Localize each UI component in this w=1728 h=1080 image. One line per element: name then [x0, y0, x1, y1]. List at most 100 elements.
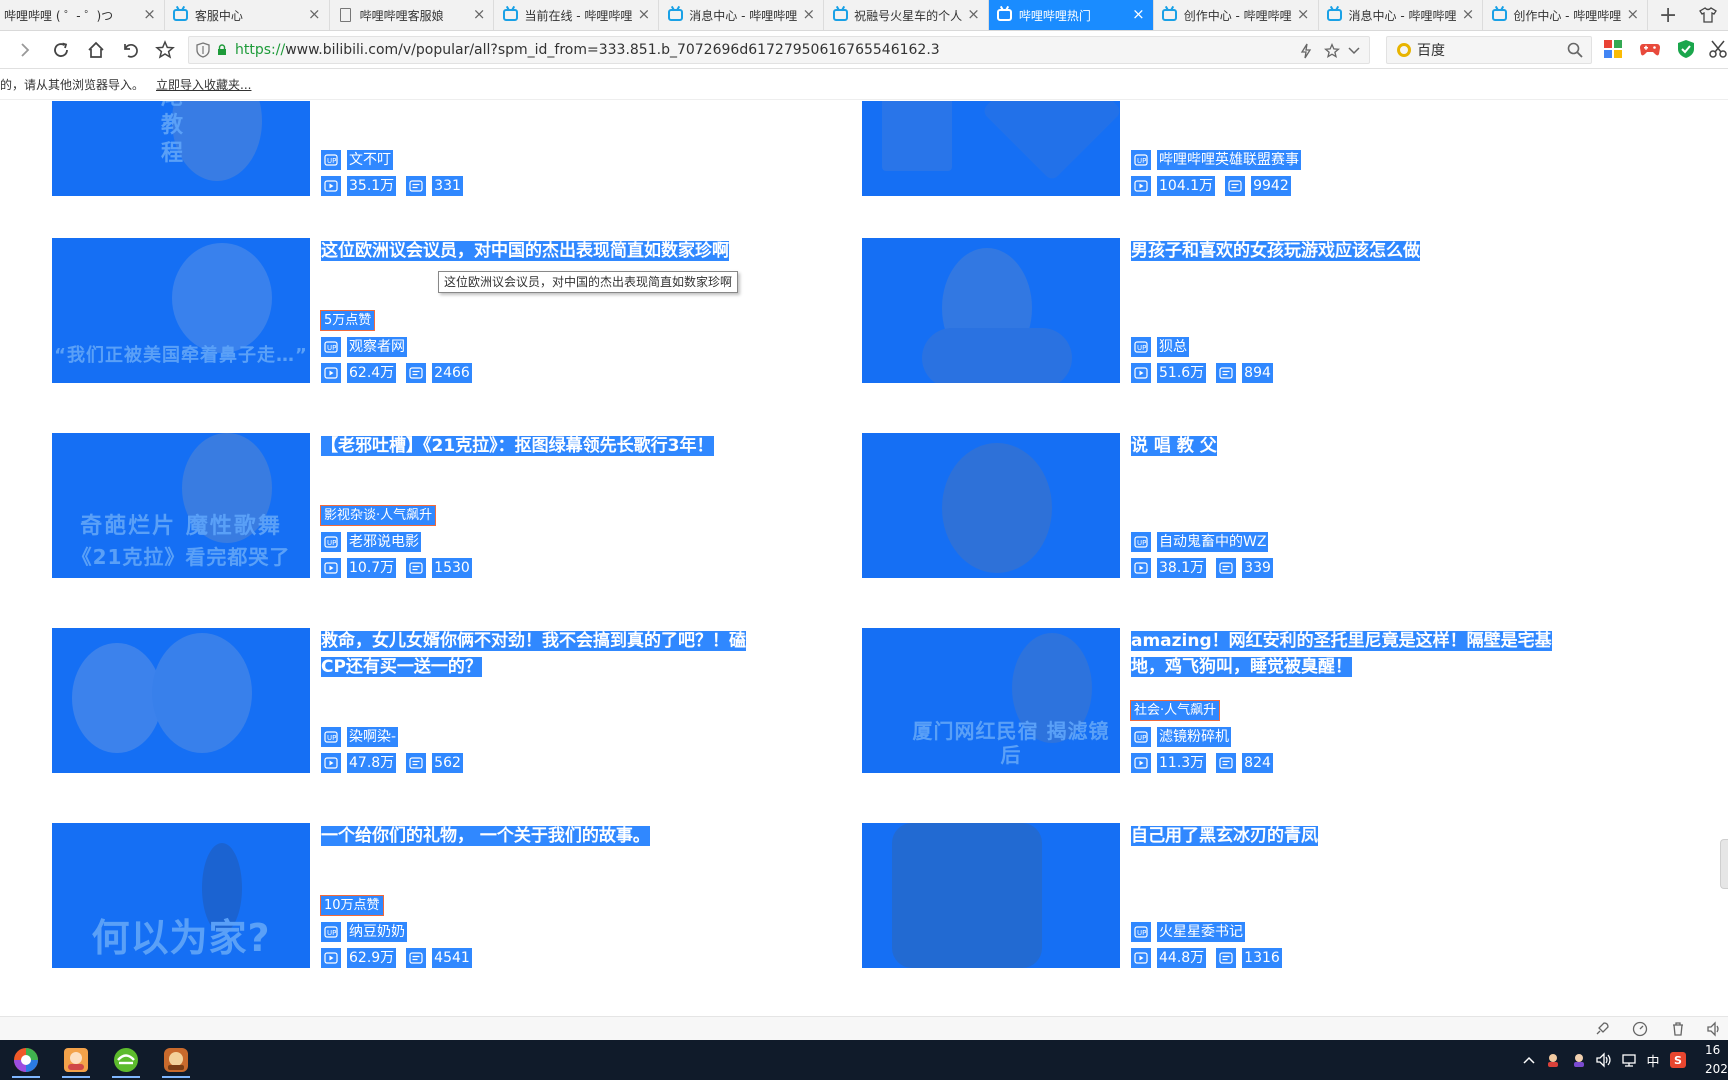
trash-icon[interactable] — [1670, 1021, 1686, 1037]
video-thumbnail[interactable] — [862, 101, 1120, 196]
video-title[interactable]: 说 唱 教 父 — [1131, 433, 1571, 459]
video-title-text[interactable]: amazing！网红安利的圣托里尼竟是这样！隔壁是宅基地，鸡飞狗叫，睡觉被臭醒！ — [1131, 631, 1552, 677]
tab-message-center[interactable]: 消息中心 - 哔哩哔哩 × — [659, 0, 825, 30]
uploader-name[interactable]: 滤镜粉碎机 — [1157, 727, 1231, 747]
uploader-name[interactable]: 火星星委书记 — [1157, 922, 1245, 942]
video-card[interactable]: 尾 教 程 UP 文不叮 35.1万 331 — [52, 101, 862, 201]
uploader-name[interactable]: 染啊染- — [347, 727, 399, 747]
video-title[interactable]: 救命，女儿女婿你俩不对劲！我不会搞到真的了吧？！磕CP还有买一送一的？ — [321, 628, 761, 680]
undo-close-tab-icon[interactable] — [117, 37, 143, 63]
video-title-text[interactable]: 【老邪吐槽】《21克拉》：抠图绿幕领先长歌行3年！ — [321, 436, 714, 456]
tab-close-icon[interactable]: × — [1132, 7, 1145, 22]
volume-icon[interactable] — [1706, 1021, 1722, 1037]
video-title[interactable]: 【老邪吐槽】《21克拉》：抠图绿幕领先长歌行3年！ — [321, 433, 761, 459]
video-title-text[interactable]: 说 唱 教 父 — [1131, 436, 1217, 456]
video-thumbnail[interactable] — [862, 433, 1120, 578]
tab-creator-center[interactable]: 创作中心 - 哔哩哔哩 × — [1154, 0, 1319, 30]
tab-zhurong-profile[interactable]: 祝融号火星车的个人 × — [824, 0, 989, 30]
tab-close-icon[interactable]: × — [638, 7, 651, 22]
new-tab-button[interactable]: + — [1648, 0, 1688, 30]
video-title-text[interactable]: 自己用了黑玄冰刃的青凤 — [1131, 826, 1318, 846]
video-card[interactable]: 说 唱 教 父 UP 自动鬼畜中的WZ 38.1万 339 — [862, 433, 1672, 583]
speed-dial-icon[interactable] — [1632, 1021, 1648, 1037]
sogou-input-icon[interactable]: S — [1668, 1050, 1688, 1070]
search-box[interactable]: 百度 — [1386, 36, 1592, 64]
video-thumbnail[interactable] — [52, 628, 310, 773]
uploader-name[interactable]: 狈总 — [1157, 337, 1189, 357]
tab-close-icon[interactable]: × — [1627, 7, 1640, 22]
video-title[interactable]: 这位欧洲议会议员，对中国的杰出表现简直如数家珍啊 — [321, 238, 761, 264]
network-icon[interactable] — [1620, 1050, 1640, 1070]
shield-icon[interactable] — [195, 42, 211, 58]
video-title-text[interactable]: 这位欧洲议会议员，对中国的杰出表现简直如数家珍啊 — [321, 241, 729, 261]
tray-app-icon-2[interactable] — [1570, 1050, 1588, 1070]
forward-icon[interactable] — [12, 37, 38, 63]
tab-customer-service[interactable]: 客服中心 × — [165, 0, 330, 30]
video-title-text[interactable]: 男孩子和喜欢的女孩玩游戏应该怎么做 — [1131, 241, 1420, 261]
video-thumbnail[interactable] — [862, 823, 1120, 968]
video-title[interactable]: amazing！网红安利的圣托里尼竟是这样！隔壁是宅基地，鸡飞狗叫，睡觉被臭醒！ — [1131, 628, 1571, 680]
tab-message-center-2[interactable]: 消息中心 - 哔哩哔哩 × — [1319, 0, 1484, 30]
video-card[interactable]: 自己用了黑玄冰刃的青凤 UP 火星星委书记 44.8万 1316 — [862, 823, 1672, 973]
tray-app-icon-1[interactable] — [1544, 1050, 1562, 1070]
tab-online-now[interactable]: 当前在线 - 哔哩哔哩 × — [494, 0, 660, 30]
taskbar-browser-icon[interactable] — [106, 1042, 146, 1078]
uploader-name[interactable]: 观察者网 — [347, 337, 407, 357]
video-thumbnail[interactable]: 厦门网红民宿 揭滤镜后 — [862, 628, 1120, 773]
video-title-text[interactable]: 一个给你们的礼物， 一个关于我们的故事。 — [321, 826, 650, 846]
tab-service-girl[interactable]: 哔哩哔哩客服娘 × — [330, 0, 495, 30]
lightning-icon[interactable] — [1297, 42, 1315, 60]
home-icon[interactable] — [83, 37, 109, 63]
gamepad-icon[interactable] — [1639, 39, 1661, 61]
scissors-icon[interactable] — [1708, 39, 1728, 61]
video-title[interactable]: 一个给你们的礼物， 一个关于我们的故事。 — [321, 823, 761, 849]
video-card[interactable]: UP 哔哩哔哩英雄联盟赛事 104.1万 9942 — [862, 101, 1672, 201]
uploader-name[interactable]: 纳豆奶奶 — [347, 922, 407, 942]
side-scroll-handle[interactable] — [1720, 839, 1728, 889]
taskbar-clock[interactable]: 16 202 — [1705, 1041, 1728, 1079]
search-icon[interactable] — [1567, 42, 1583, 62]
tab-popular-active[interactable]: 哔哩哔哩热门 × — [988, 0, 1154, 30]
favorite-star-icon[interactable] — [152, 37, 178, 63]
url-text[interactable]: https://www.bilibili.com/v/popular/all?s… — [235, 42, 940, 58]
video-thumbnail[interactable]: 何以为家? — [52, 823, 310, 968]
tab-close-icon[interactable]: × — [1462, 7, 1475, 22]
tab-close-icon[interactable]: × — [143, 7, 156, 22]
bookmark-star-icon[interactable] — [1323, 42, 1341, 60]
uploader-name[interactable]: 老邪说电影 — [347, 532, 421, 552]
baidu-engine-icon[interactable] — [1397, 43, 1411, 57]
chevron-down-icon[interactable] — [1345, 42, 1363, 60]
uploader-name[interactable]: 哔哩哔哩英雄联盟赛事 — [1157, 150, 1301, 170]
video-card[interactable]: 何以为家? 一个给你们的礼物， 一个关于我们的故事。 10万点赞 UP 纳豆奶奶… — [52, 823, 862, 973]
video-title[interactable]: 自己用了黑玄冰刃的青凤 — [1131, 823, 1571, 849]
tray-expand-icon[interactable] — [1522, 1050, 1536, 1070]
video-thumbnail[interactable]: “我们正被美国牵着鼻子走…” — [52, 238, 310, 383]
uploader-name[interactable]: 自动鬼畜中的WZ — [1157, 532, 1269, 552]
speaker-icon[interactable] — [1594, 1050, 1614, 1070]
taskbar-app-avatar-icon[interactable] — [56, 1042, 96, 1078]
tab-close-icon[interactable]: × — [802, 7, 815, 22]
taskbar-app-colorful-icon[interactable] — [6, 1042, 46, 1078]
tab-close-icon[interactable]: × — [473, 7, 486, 22]
apps-grid-icon[interactable] — [1603, 39, 1625, 61]
tab-close-icon[interactable]: × — [308, 7, 321, 22]
lock-icon[interactable] — [217, 44, 229, 56]
tab-creator-center-2[interactable]: 创作中心 - 哔哩哔哩 × — [1483, 0, 1649, 30]
video-thumbnail[interactable]: 尾 教 程 — [52, 101, 310, 196]
tab-close-icon[interactable]: × — [1297, 7, 1310, 22]
tab-close-icon[interactable]: × — [967, 7, 980, 22]
reload-icon[interactable] — [48, 37, 74, 63]
address-bar[interactable]: https://www.bilibili.com/v/popular/all?s… — [188, 36, 1370, 64]
video-card[interactable]: 救命，女儿女婿你俩不对劲！我不会搞到真的了吧？！磕CP还有买一送一的？ UP 染… — [52, 628, 862, 778]
video-title[interactable]: 男孩子和喜欢的女孩玩游戏应该怎么做 — [1131, 238, 1571, 264]
import-favorites-link[interactable]: 立即导入收藏夹... — [156, 76, 251, 93]
video-thumbnail[interactable]: 奇葩烂片 魔性歌舞 《21克拉》看完都哭了 — [52, 433, 310, 578]
video-thumbnail[interactable] — [862, 238, 1120, 383]
tab-bilibili-home[interactable]: 哔哩哔哩 ( ゜- ゜)つ × — [0, 0, 165, 30]
ime-indicator[interactable]: 中 — [1644, 1050, 1662, 1070]
security-shield-icon[interactable] — [1676, 39, 1698, 61]
taskbar-game-icon[interactable] — [156, 1042, 196, 1078]
video-card[interactable]: 男孩子和喜欢的女孩玩游戏应该怎么做 UP 狈总 51.6万 894 — [862, 238, 1672, 388]
skin-icon[interactable] — [1688, 0, 1728, 30]
rocket-icon[interactable] — [1594, 1021, 1610, 1037]
